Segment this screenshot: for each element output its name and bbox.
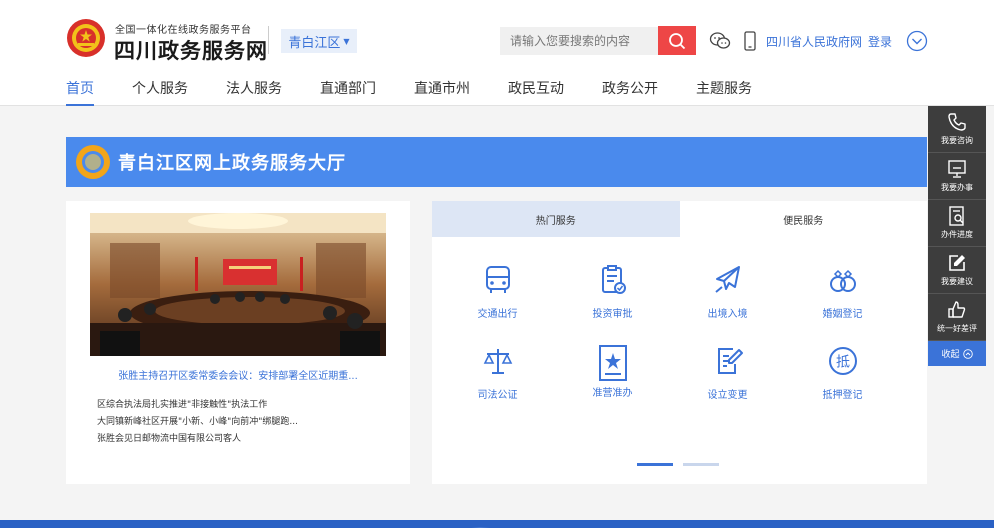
logo-divider <box>268 26 269 54</box>
service-registration-change[interactable]: 设立变更 <box>670 344 785 401</box>
service-label: 婚姻登记 <box>822 309 863 320</box>
search-document-icon <box>949 206 964 226</box>
collapse-label: 收起 <box>941 350 960 360</box>
chevron-up-icon <box>962 348 973 359</box>
service-label: 司法公证 <box>477 390 518 401</box>
chevron-glyph <box>906 30 928 52</box>
logo-title[interactable]: 四川政务服务网 <box>114 35 268 65</box>
airplane-icon <box>714 266 740 293</box>
logo-subtitle: 全国一体化在线政务服务平台 <box>115 25 252 36</box>
sidebar-item-handle[interactable]: 我要办事 <box>928 153 986 200</box>
mobile-glyph <box>744 31 756 51</box>
sidebar-item-label: 我要咨询 <box>941 136 973 145</box>
nav-themes[interactable]: 主题服务 <box>696 78 752 106</box>
nav-cities[interactable]: 直通市州 <box>414 78 470 106</box>
nav-personal[interactable]: 个人服务 <box>132 78 188 106</box>
carousel-dot-active[interactable] <box>637 463 673 466</box>
search-button[interactable] <box>658 26 696 55</box>
sidebar-item-rating[interactable]: 统一好差评 <box>928 294 986 341</box>
scales-icon <box>483 349 512 374</box>
phone-icon <box>948 113 966 131</box>
nav-disclosure[interactable]: 政务公开 <box>602 78 658 106</box>
bus-icon <box>485 266 510 293</box>
news-item[interactable]: 大同镇新峰社区开展"小新、小峰"向前冲"绑腿跑... <box>97 414 387 431</box>
edit-document-icon <box>717 348 743 374</box>
service-notary[interactable]: 司法公证 <box>440 344 555 401</box>
nav-home[interactable]: 首页 <box>66 78 94 106</box>
meeting-photo[interactable] <box>90 213 386 356</box>
sidebar-item-label: 我要建议 <box>941 277 973 286</box>
search-icon <box>669 32 686 49</box>
monitor-icon <box>948 160 966 178</box>
region-label: 青白江区 <box>288 35 341 51</box>
search-input[interactable] <box>500 27 658 55</box>
service-label: 准营准办 <box>592 388 633 399</box>
service-grid: 交通出行 投资审批 出境入境 婚姻登记 司法公证 准营准办 设立变更 抵 抵押登 <box>440 263 900 401</box>
sun-ring-icon <box>76 145 110 179</box>
edit-icon <box>949 255 965 271</box>
mortgage-glyph: 抵 <box>836 355 850 371</box>
chevron-down-circle-icon[interactable] <box>906 30 928 52</box>
sidebar-item-label: 我要办事 <box>941 183 973 192</box>
wechat-icon[interactable] <box>709 30 731 52</box>
service-mortgage[interactable]: 抵 抵押登记 <box>785 344 900 401</box>
floating-sidebar: 我要咨询 我要办事 办件进度 我要建议 统一好差评 收起 <box>928 106 986 366</box>
nav-departments[interactable]: 直通部门 <box>320 78 376 106</box>
clipboard-check-icon <box>601 265 626 294</box>
rings-icon <box>829 269 856 292</box>
hall-banner: 青白江区网上政务服务大厅 <box>66 137 927 187</box>
service-business-license[interactable]: 准营准办 <box>555 344 670 401</box>
main-nav: 首页 个人服务 法人服务 直通部门 直通市州 政民互动 政务公开 主题服务 <box>66 78 790 106</box>
service-label: 投资审批 <box>592 309 633 320</box>
wechat-glyph <box>709 32 731 49</box>
footer-banner-edge <box>0 520 994 528</box>
news-list: 区综合执法局扎实推进"非接触性"执法工作 大同镇新峰社区开展"小新、小峰"向前冲… <box>97 397 387 448</box>
news-item[interactable]: 张胜会见日邮物流中国有限公司客人 <box>97 431 387 448</box>
tab-convenience-services[interactable]: 便民服务 <box>679 201 927 237</box>
sidebar-item-consult[interactable]: 我要咨询 <box>928 106 986 153</box>
login-link[interactable]: 登录 <box>868 33 892 50</box>
news-headline-link[interactable]: 张胜主持召开区委常委会会议：安排部署全区近期重... <box>66 367 410 382</box>
service-transport[interactable]: 交通出行 <box>440 263 555 320</box>
tab-hot-services[interactable]: 热门服务 <box>432 201 680 237</box>
service-immigration[interactable]: 出境入境 <box>670 263 785 320</box>
header: 全国一体化在线政务服务平台 四川政务服务网 青白江区 ▼ 四川省人民政府网 登录… <box>0 0 994 106</box>
service-label: 交通出行 <box>477 309 518 320</box>
sidebar-item-label: 办件进度 <box>941 230 973 239</box>
service-marriage[interactable]: 婚姻登记 <box>785 263 900 320</box>
carousel-dot[interactable] <box>683 463 719 466</box>
news-card: 张胜主持召开区委常委会会议：安排部署全区近期重... 区综合执法局扎实推进"非接… <box>66 201 410 484</box>
service-investment[interactable]: 投资审批 <box>555 263 670 320</box>
sidebar-item-suggest[interactable]: 我要建议 <box>928 247 986 294</box>
mobile-icon[interactable] <box>739 30 761 52</box>
mortgage-icon: 抵 <box>828 347 857 375</box>
service-card: 热门服务 便民服务 交通出行 投资审批 出境入境 婚姻登记 司法公证 准营准办 <box>432 201 927 484</box>
service-label: 出境入境 <box>707 309 748 320</box>
sidebar-collapse-button[interactable]: 收起 <box>928 341 986 366</box>
sidebar-item-progress[interactable]: 办件进度 <box>928 200 986 247</box>
service-tabs: 热门服务 便民服务 <box>432 201 927 237</box>
certificate-star-icon <box>598 345 627 381</box>
caret-down-icon: ▼ <box>343 36 350 46</box>
hall-title: 青白江区网上政务服务大厅 <box>118 153 346 174</box>
service-label: 抵押登记 <box>822 390 863 401</box>
national-emblem-icon[interactable] <box>66 17 106 59</box>
service-label: 设立变更 <box>707 390 748 401</box>
sidebar-item-label: 统一好差评 <box>937 324 977 333</box>
news-item[interactable]: 区综合执法局扎实推进"非接触性"执法工作 <box>97 397 387 414</box>
provincial-gov-link[interactable]: 四川省人民政府网 <box>766 33 862 50</box>
region-selector[interactable]: 青白江区 ▼ <box>281 29 357 53</box>
nav-legal-person[interactable]: 法人服务 <box>226 78 282 106</box>
thumbs-up-icon <box>948 301 966 318</box>
nav-interaction[interactable]: 政民互动 <box>508 78 564 106</box>
